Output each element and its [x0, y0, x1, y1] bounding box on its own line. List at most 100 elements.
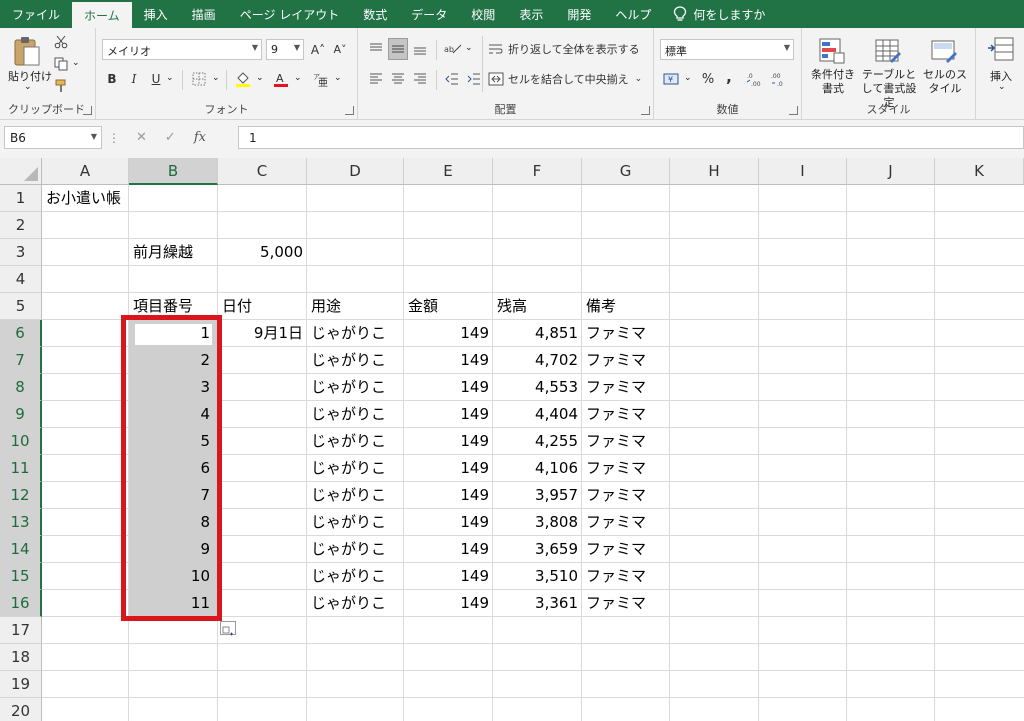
- borders-button[interactable]: [188, 68, 210, 90]
- entry-amount[interactable]: 149: [404, 563, 493, 590]
- column-header-E[interactable]: E: [404, 158, 493, 185]
- cell-B3-carry-label[interactable]: 前月繰越: [129, 239, 218, 266]
- row-header-16[interactable]: 16: [0, 590, 42, 617]
- row-header-18[interactable]: 18: [0, 644, 42, 671]
- column-header-K[interactable]: K: [935, 158, 1024, 185]
- entry-use[interactable]: じゃがりこ: [307, 509, 404, 536]
- entry-amount[interactable]: 149: [404, 536, 493, 563]
- row-header-2[interactable]: 2: [0, 212, 42, 239]
- entry-amount[interactable]: 149: [404, 347, 493, 374]
- entry-use[interactable]: じゃがりこ: [307, 320, 404, 347]
- enter-icon[interactable]: ✓: [165, 130, 176, 145]
- insert-cells-button[interactable]: [984, 34, 1018, 64]
- entry-amount[interactable]: 149: [404, 455, 493, 482]
- entry-use[interactable]: じゃがりこ: [307, 455, 404, 482]
- entry-amount[interactable]: 149: [404, 482, 493, 509]
- entry-balance[interactable]: 4,553: [493, 374, 582, 401]
- column-header-D[interactable]: D: [307, 158, 404, 185]
- insert-function-icon[interactable]: fx: [194, 130, 206, 145]
- entry-amount[interactable]: 149: [404, 428, 493, 455]
- cut-button[interactable]: [52, 33, 70, 51]
- entry-balance[interactable]: 3,361: [493, 590, 582, 617]
- copy-button[interactable]: [52, 55, 70, 73]
- entry-use[interactable]: じゃがりこ: [307, 590, 404, 617]
- cell-styles-button[interactable]: [924, 34, 964, 68]
- tab-insert[interactable]: 挿入: [132, 0, 180, 28]
- clipboard-launcher-icon[interactable]: [83, 106, 92, 115]
- column-header-F[interactable]: F: [493, 158, 582, 185]
- name-box[interactable]: B6 ▼: [4, 126, 102, 149]
- bold-button[interactable]: B: [102, 68, 122, 90]
- entry-note[interactable]: ファミマ: [582, 347, 670, 374]
- entry-amount[interactable]: 149: [404, 320, 493, 347]
- comma-style-button[interactable]: ,: [720, 66, 738, 88]
- header-use[interactable]: 用途: [307, 293, 404, 320]
- phonetic-dropdown-icon[interactable]: ⌄: [334, 73, 342, 83]
- autofill-options-icon[interactable]: [220, 621, 236, 636]
- align-top-button[interactable]: [366, 38, 386, 60]
- header-note[interactable]: 備考: [582, 293, 671, 320]
- entry-note[interactable]: ファミマ: [582, 374, 670, 401]
- decrease-indent-button[interactable]: [442, 68, 462, 90]
- copy-dropdown-icon[interactable]: ⌄: [72, 58, 80, 68]
- row-header-3[interactable]: 3: [0, 239, 42, 266]
- entry-note[interactable]: ファミマ: [582, 455, 670, 482]
- row-header-8[interactable]: 8: [0, 374, 42, 401]
- font-color-dropdown-icon[interactable]: ⌄: [294, 73, 302, 83]
- entry-amount[interactable]: 149: [404, 590, 493, 617]
- orientation-dropdown-icon[interactable]: ⌄: [465, 43, 473, 53]
- font-size-select[interactable]: 9 ▼: [266, 39, 304, 60]
- percent-style-button[interactable]: %: [698, 68, 718, 90]
- tab-review[interactable]: 校閲: [459, 0, 507, 28]
- row-header-4[interactable]: 4: [0, 266, 42, 293]
- conditional-formatting-button[interactable]: [812, 34, 852, 68]
- header-amount[interactable]: 金額: [404, 293, 493, 320]
- alignment-launcher-icon[interactable]: [641, 106, 650, 115]
- tab-help[interactable]: ヘルプ: [603, 0, 663, 28]
- cancel-icon[interactable]: ✕: [136, 130, 147, 145]
- shrink-font-button[interactable]: A˅: [330, 39, 350, 60]
- row-header-6[interactable]: 6: [0, 320, 42, 347]
- row-header-15[interactable]: 15: [0, 563, 42, 590]
- entry-amount[interactable]: 149: [404, 401, 493, 428]
- format-painter-button[interactable]: [52, 77, 70, 95]
- row-header-14[interactable]: 14: [0, 536, 42, 563]
- entry-amount[interactable]: 149: [404, 509, 493, 536]
- merge-center-button[interactable]: セルを結合して中央揃え ⌄: [488, 68, 648, 90]
- column-header-H[interactable]: H: [670, 158, 759, 185]
- entry-use[interactable]: じゃがりこ: [307, 401, 404, 428]
- entry-use[interactable]: じゃがりこ: [307, 374, 404, 401]
- entry-balance[interactable]: 4,404: [493, 401, 582, 428]
- tab-draw[interactable]: 描画: [180, 0, 228, 28]
- underline-dropdown-icon[interactable]: ⌄: [166, 73, 174, 83]
- row-header-12[interactable]: 12: [0, 482, 42, 509]
- paste-dropdown-icon[interactable]: ⌄: [24, 82, 32, 92]
- row-header-7[interactable]: 7: [0, 347, 42, 374]
- column-header-I[interactable]: I: [759, 158, 847, 185]
- tell-me-search[interactable]: 何をしますか: [663, 0, 765, 28]
- insert-dropdown-icon[interactable]: ⌄: [998, 82, 1006, 92]
- header-date[interactable]: 日付: [218, 293, 307, 320]
- column-header-B[interactable]: B: [129, 158, 218, 185]
- orientation-button[interactable]: ab: [442, 38, 464, 60]
- entry-balance[interactable]: 4,255: [493, 428, 582, 455]
- tab-file[interactable]: ファイル: [0, 0, 72, 28]
- entry-balance[interactable]: 3,659: [493, 536, 582, 563]
- align-bottom-button[interactable]: [410, 38, 430, 60]
- select-all-corner[interactable]: [0, 158, 42, 185]
- entry-note[interactable]: ファミマ: [582, 482, 670, 509]
- header-balance[interactable]: 残高: [493, 293, 582, 320]
- accounting-dropdown-icon[interactable]: ⌄: [684, 73, 692, 83]
- number-format-select[interactable]: 標準 ▼: [660, 39, 794, 60]
- entry-balance[interactable]: 3,957: [493, 482, 582, 509]
- tab-home[interactable]: ホーム: [72, 2, 132, 28]
- wrap-text-button[interactable]: 折り返して全体を表示する: [488, 38, 648, 60]
- borders-dropdown-icon[interactable]: ⌄: [212, 73, 220, 83]
- cell-A1-title[interactable]: お小遣い帳: [42, 185, 182, 212]
- entry-balance[interactable]: 4,702: [493, 347, 582, 374]
- entry-note[interactable]: ファミマ: [582, 320, 670, 347]
- entry-note[interactable]: ファミマ: [582, 563, 670, 590]
- row-header-11[interactable]: 11: [0, 455, 42, 482]
- entry-amount[interactable]: 149: [404, 374, 493, 401]
- cell-C6-date[interactable]: 9月1日: [218, 320, 307, 347]
